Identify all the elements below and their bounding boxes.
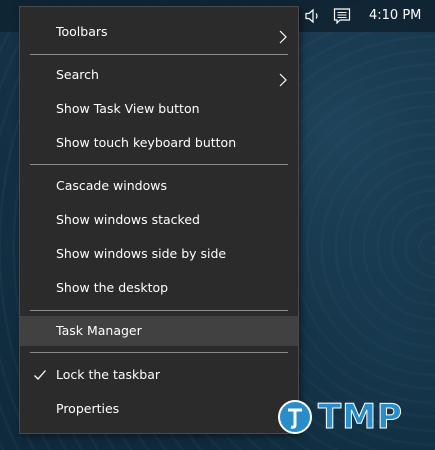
menu-item-show-windows-stacked[interactable]: Show windows stacked [20,205,298,235]
menu-item-show-windows-side-by-side[interactable]: Show windows side by side [20,239,298,269]
chevron-right-icon [276,25,290,44]
menu-item-label: Cascade windows [56,178,167,193]
menu-item-properties[interactable]: Properties [20,394,298,424]
volume-icon[interactable] [305,8,323,24]
menu-separator [30,310,288,311]
chevron-right-icon [276,68,290,87]
menu-item-label: Show the desktop [56,280,169,295]
menu-separator [30,352,288,353]
menu-item-search[interactable]: Search [20,60,298,90]
menu-item-label: Show windows side by side [56,246,227,261]
menu-separator [30,54,288,55]
menu-item-label: Properties [56,401,120,416]
taskbar-context-menu: Toolbars Search Show Task View button Sh… [19,6,299,434]
menu-item-label: Toolbars [56,24,108,39]
menu-item-show-the-desktop[interactable]: Show the desktop [20,273,298,303]
menu-item-toolbars[interactable]: Toolbars [20,17,298,47]
menu-item-show-touch-keyboard-button[interactable]: Show touch keyboard button [20,128,298,158]
menu-item-label: Show windows stacked [56,212,200,227]
watermark-logo: TMP [278,397,428,438]
menu-item-label: Lock the taskbar [56,367,161,382]
checkmark-icon [33,360,47,390]
menu-item-show-task-view-button[interactable]: Show Task View button [20,94,298,124]
notification-icon[interactable] [333,8,351,25]
watermark-text: TMP [318,397,403,438]
menu-item-label: Show touch keyboard button [56,135,237,150]
menu-item-label: Task Manager [56,323,142,338]
taskbar-clock[interactable]: 4:10 PM [369,8,421,24]
menu-item-task-manager[interactable]: Task Manager [20,316,298,346]
menu-item-lock-the-taskbar[interactable]: Lock the taskbar [20,360,298,390]
menu-separator [30,164,288,165]
menu-item-label: Search [56,67,99,82]
menu-item-label: Show Task View button [56,101,200,116]
watermark-badge-icon [278,400,312,434]
menu-item-cascade-windows[interactable]: Cascade windows [20,171,298,201]
